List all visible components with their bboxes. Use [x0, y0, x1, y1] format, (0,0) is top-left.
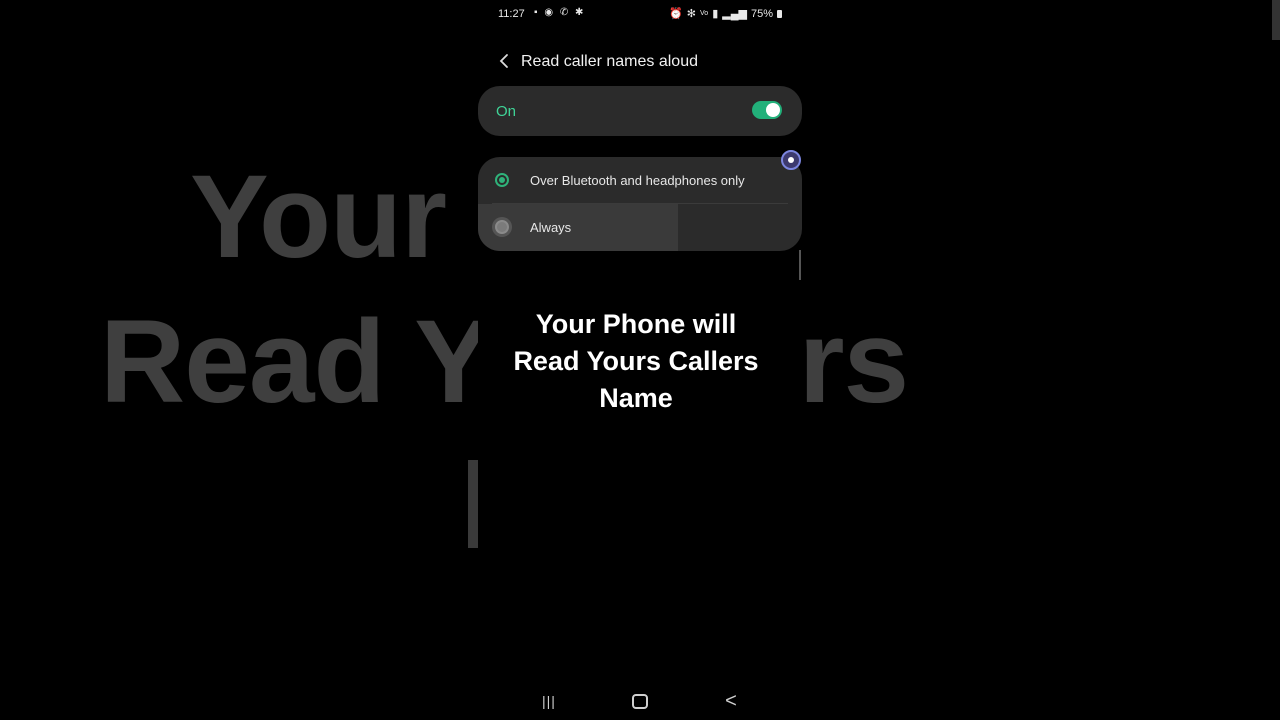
battery-icon	[777, 9, 782, 18]
video-caption: Your Phone will Read Yours Callers Name	[478, 306, 794, 417]
status-bar: 11:27 ▪ ◉ ✆ ✱ ⏰ ✻ Vo ▮ ▂▄▆ 75%	[478, 0, 802, 28]
chevron-left-icon	[499, 54, 508, 68]
main-toggle-switch[interactable]	[752, 101, 782, 119]
phone-screen: 11:27 ▪ ◉ ✆ ✱ ⏰ ✻ Vo ▮ ▂▄▆ 75% Read call…	[478, 0, 802, 720]
back-icon: <	[725, 689, 737, 712]
settings-icon: ✱	[575, 7, 586, 18]
caption-line-3: Name	[599, 383, 673, 413]
radio-button-selected[interactable]	[495, 173, 509, 187]
option-label: Over Bluetooth and headphones only	[530, 173, 745, 188]
option-bluetooth-only[interactable]: Over Bluetooth and headphones only	[478, 157, 802, 203]
caption-line-1: Your Phone will	[535, 309, 737, 339]
radio-button-unselected[interactable]	[495, 220, 509, 234]
signal-bars-icon: ▂▄▆	[722, 8, 747, 20]
alarm-icon: ⏰	[669, 8, 683, 20]
scroll-indicator	[799, 250, 801, 280]
volte-icon: Vo	[700, 10, 709, 17]
back-button[interactable]	[494, 51, 514, 71]
options-card: Over Bluetooth and headphones only Alway…	[478, 157, 802, 251]
toggle-label: On	[496, 103, 517, 120]
floating-assist-icon[interactable]	[781, 150, 801, 170]
whatsapp-icon: ◉	[544, 7, 556, 18]
bluetooth-icon: ✻	[686, 8, 696, 20]
main-toggle-card[interactable]: On	[478, 86, 802, 136]
call-icon: ✆	[559, 7, 571, 18]
status-time: 11:27	[498, 8, 525, 20]
notification-icons: ▪ ◉ ✆ ✱	[534, 7, 585, 18]
toggle-knob	[766, 103, 780, 117]
battery-percent: 75%	[750, 7, 773, 20]
system-icons: ⏰ ✻ Vo ▮ ▂▄▆ 75%	[669, 7, 782, 20]
edge-panel-handle[interactable]	[1272, 0, 1280, 40]
home-button[interactable]	[620, 688, 660, 714]
navigation-bar: ||| <	[478, 688, 802, 714]
background-text-cursor	[468, 460, 478, 548]
message-icon: ▪	[534, 7, 540, 18]
recents-icon: |||	[542, 693, 556, 709]
recents-button[interactable]: |||	[529, 688, 569, 714]
option-label: Always	[530, 220, 572, 235]
signal-icon: ▮	[712, 8, 719, 20]
page-header: Read caller names aloud	[478, 44, 802, 78]
page-title: Read caller names aloud	[521, 53, 698, 70]
home-icon	[632, 693, 648, 709]
nav-back-button[interactable]: <	[711, 688, 751, 714]
option-always[interactable]: Always	[478, 204, 802, 250]
caption-line-2: Read Yours Callers	[513, 346, 759, 376]
